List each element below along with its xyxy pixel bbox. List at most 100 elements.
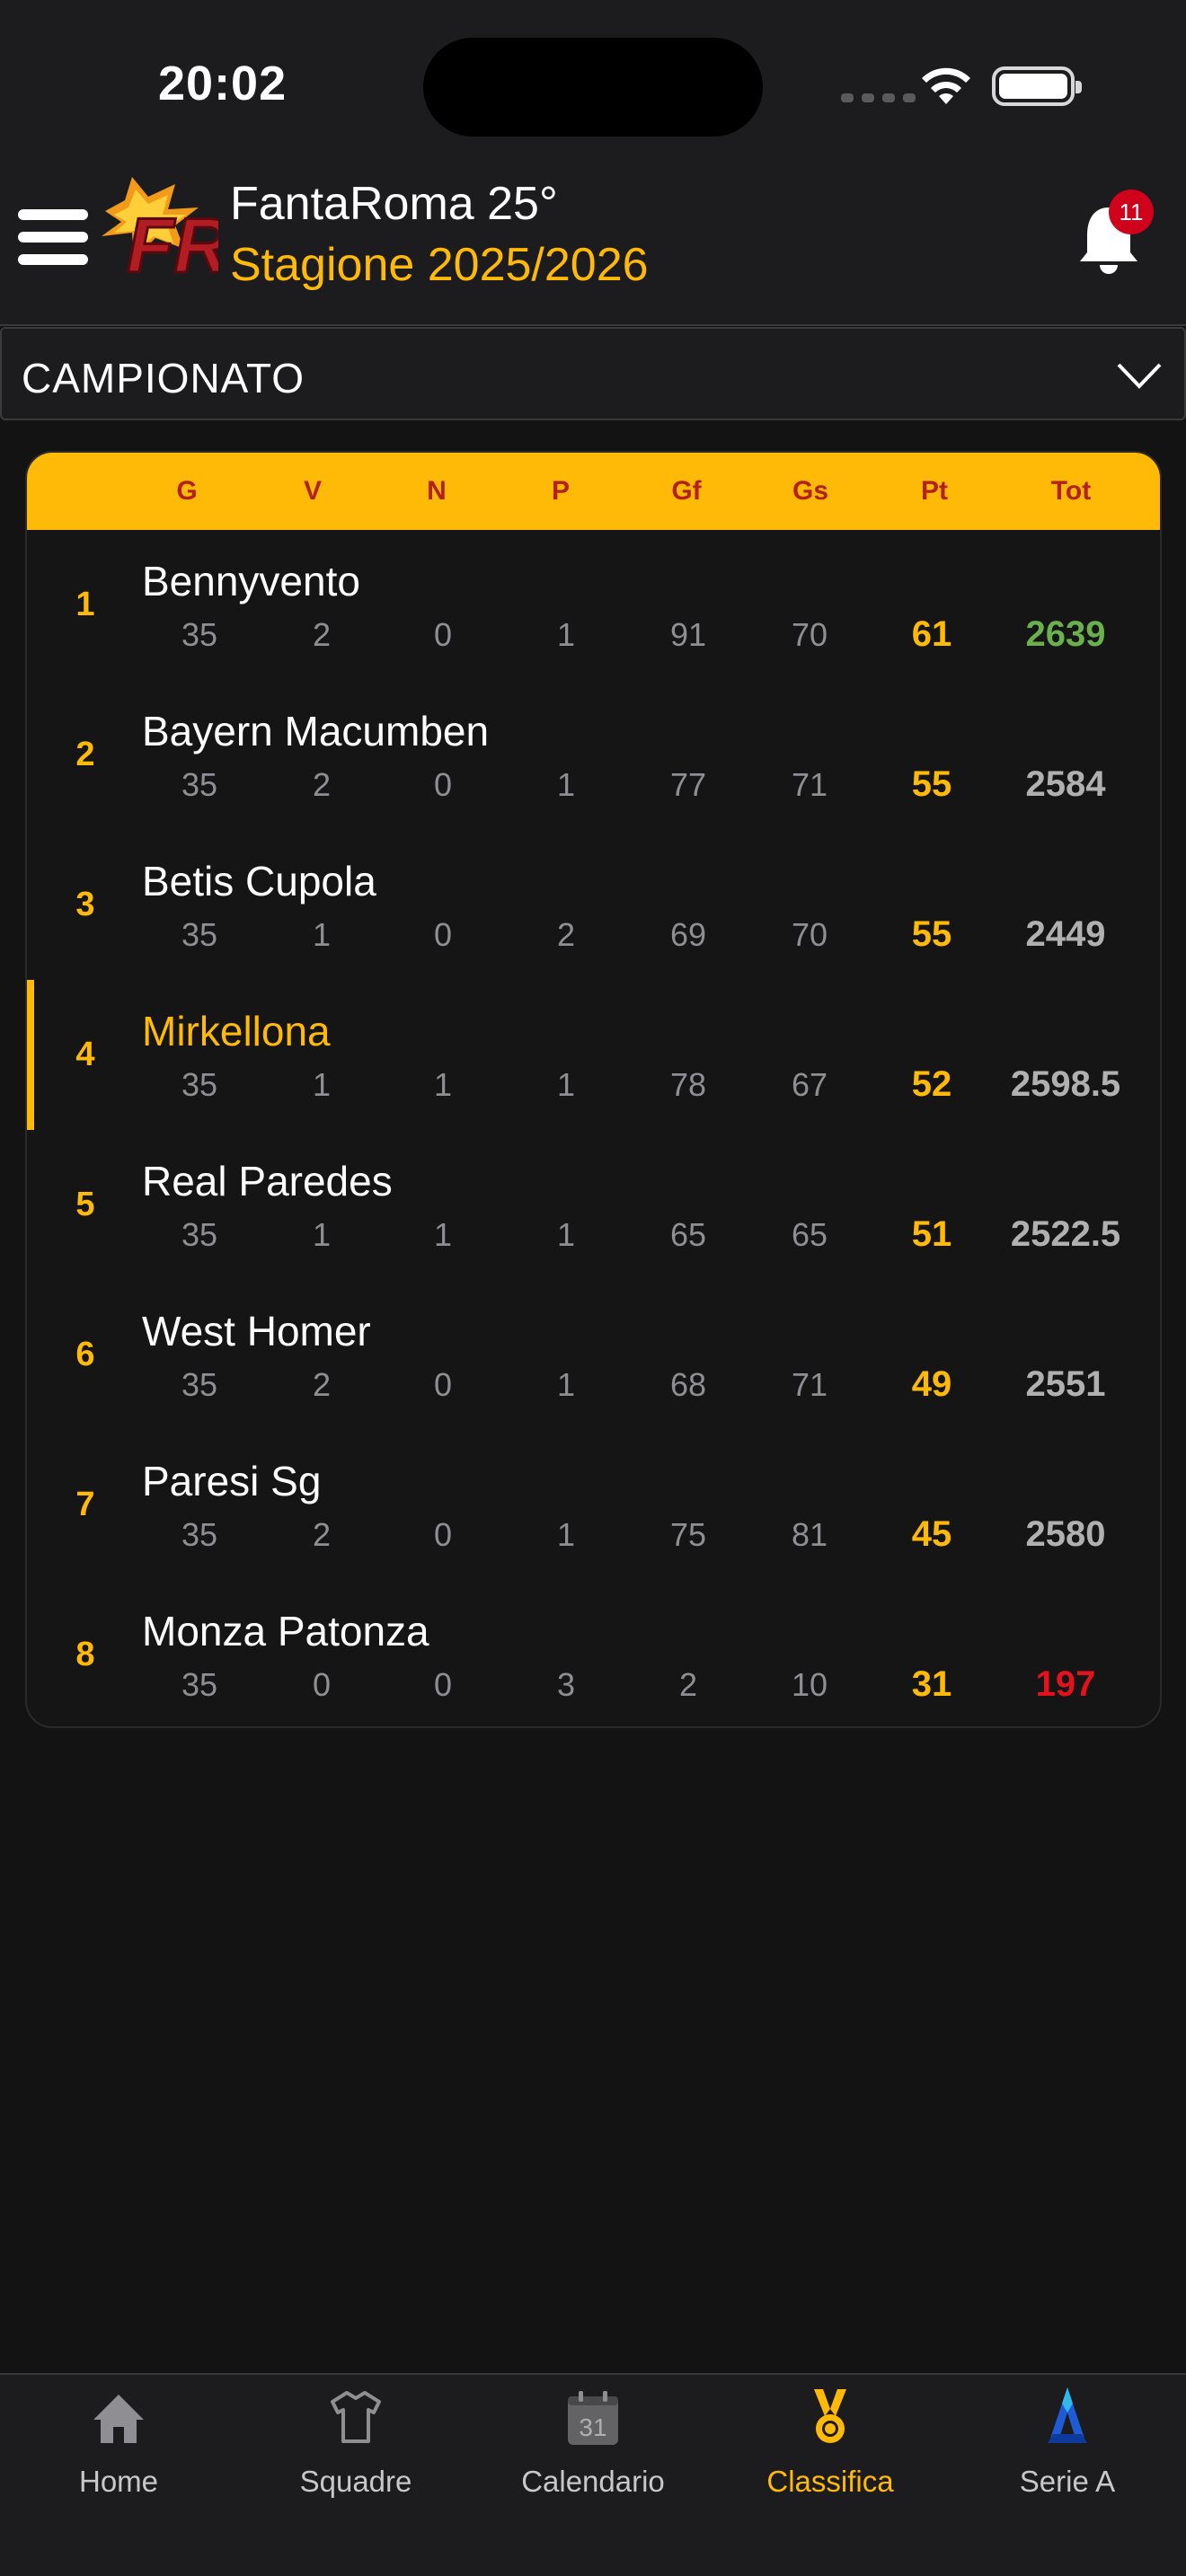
highlight-bar [27, 980, 34, 1130]
shirt-icon [331, 2391, 381, 2443]
calendar-icon-text: 31 [579, 2413, 606, 2441]
tab-calendario[interactable]: 31 Calendario [474, 2375, 712, 2510]
row-points: 55 [911, 764, 952, 804]
tab-label: Serie A [1019, 2465, 1116, 2498]
row-losses: 2 [556, 916, 576, 953]
menu-button[interactable] [18, 209, 88, 265]
home-icon [93, 2395, 144, 2443]
column-header-pt: Pt [921, 476, 948, 506]
row-total: 2522.5 [1010, 1214, 1121, 1254]
row-position: 3 [75, 886, 95, 923]
row-wins: 1 [312, 1216, 332, 1253]
row-losses: 1 [556, 766, 576, 803]
row-points: 52 [911, 1064, 952, 1104]
row-team-name: Monza Patonza [142, 1608, 429, 1654]
table-row[interactable]: 2 Bayern Macumben 35 2 0 1 77 71 55 2584 [27, 680, 1160, 830]
row-played: 35 [181, 1066, 218, 1103]
row-points: 45 [911, 1514, 952, 1554]
status-time: 20:02 [158, 57, 288, 110]
row-team-name: West Homer [142, 1308, 371, 1354]
row-position: 7 [75, 1486, 95, 1523]
row-goals-for: 68 [669, 1366, 707, 1403]
row-wins: 2 [312, 616, 332, 653]
row-goals-for: 91 [669, 616, 707, 653]
table-row-highlighted[interactable]: 4 Mirkellona 35 1 1 1 78 67 52 2598.5 [27, 980, 1160, 1130]
battery-icon [992, 66, 1082, 106]
season-subtitle: Stagione 2025/2026 [230, 239, 649, 291]
row-goals-against: 71 [791, 766, 828, 803]
table-row[interactable]: 1 Bennyvento 35 2 0 1 91 70 61 2639 [27, 530, 1160, 680]
serie-a-logo-icon [1048, 2387, 1087, 2443]
row-total: 2580 [1025, 1514, 1106, 1554]
row-losses: 1 [556, 616, 576, 653]
table-row[interactable]: 6 West Homer 35 2 0 1 68 71 49 2551 [27, 1280, 1160, 1430]
row-position: 1 [75, 586, 95, 623]
table-row[interactable]: 8 Monza Patonza 35 0 0 3 2 10 31 197 [27, 1580, 1160, 1726]
row-total: 2449 [1025, 914, 1106, 954]
column-header-n: N [427, 476, 447, 506]
row-played: 35 [181, 1516, 218, 1553]
row-draws: 0 [433, 1666, 453, 1703]
competition-select-value: CAMPIONATO [22, 355, 305, 401]
tab-label: Squadre [299, 2465, 412, 2498]
row-goals-against: 70 [791, 616, 828, 653]
row-played: 35 [181, 1216, 218, 1253]
notification-badge: 11 [1109, 190, 1154, 234]
column-header-tot: Tot [1050, 476, 1092, 506]
row-played: 35 [181, 1666, 218, 1703]
tab-serie-a[interactable]: Serie A [949, 2375, 1186, 2510]
row-losses: 1 [556, 1216, 576, 1253]
app-title: FantaRoma 25° [230, 178, 558, 230]
chevron-down-icon [1117, 363, 1162, 389]
row-draws: 1 [433, 1066, 453, 1103]
column-header-p: P [551, 476, 570, 506]
row-played: 35 [181, 1366, 218, 1403]
row-goals-against: 10 [791, 1666, 828, 1703]
row-played: 35 [181, 616, 218, 653]
row-goals-against: 81 [791, 1516, 828, 1553]
row-team-name: Betis Cupola [142, 858, 376, 904]
row-goals-for: 2 [678, 1666, 698, 1703]
row-position: 8 [75, 1636, 95, 1673]
tab-home[interactable]: Home [0, 2375, 237, 2510]
row-points: 49 [911, 1364, 952, 1404]
medal-icon [814, 2389, 846, 2443]
row-points: 55 [911, 914, 952, 954]
table-row[interactable]: 7 Paresi Sg 35 2 0 1 75 81 45 2580 [27, 1430, 1160, 1580]
row-total: 197 [1035, 1664, 1096, 1704]
row-goals-for: 65 [669, 1216, 707, 1253]
row-draws: 0 [433, 1366, 453, 1403]
row-draws: 0 [433, 766, 453, 803]
app-header: FR FantaRoma 25° Stagione 2025/2026 11 [0, 157, 1186, 326]
row-losses: 1 [556, 1366, 576, 1403]
row-goals-against: 71 [791, 1366, 828, 1403]
row-team-name: Bayern Macumben [142, 708, 490, 754]
table-row[interactable]: 5 Real Paredes 35 1 1 1 65 65 51 2522.5 [27, 1130, 1160, 1280]
column-header-g: G [176, 476, 198, 506]
row-team-name: Bennyvento [142, 558, 360, 604]
row-played: 35 [181, 766, 218, 803]
table-row[interactable]: 3 Betis Cupola 35 1 0 2 69 70 55 2449 [27, 830, 1160, 980]
row-draws: 0 [433, 916, 453, 953]
row-position: 4 [75, 1036, 95, 1073]
row-wins: 2 [312, 1516, 332, 1553]
competition-select[interactable]: CAMPIONATO [0, 327, 1186, 420]
tab-squadre[interactable]: Squadre [237, 2375, 474, 2510]
row-total: 2639 [1025, 614, 1106, 654]
row-points: 61 [911, 614, 952, 654]
row-position: 6 [75, 1336, 95, 1373]
row-team-name: Paresi Sg [142, 1458, 322, 1504]
tab-classifica[interactable]: Classifica [712, 2375, 949, 2510]
logo-text: FR [127, 203, 218, 289]
tab-label: Home [78, 2465, 159, 2498]
row-wins: 1 [312, 1066, 332, 1103]
row-goals-against: 70 [791, 916, 828, 953]
calendar-icon: 31 [568, 2391, 618, 2445]
row-wins: 1 [312, 916, 332, 953]
column-header-v: V [303, 476, 322, 506]
row-goals-for: 77 [669, 766, 707, 803]
row-points: 51 [911, 1214, 952, 1254]
column-header-gs: Gs [792, 476, 829, 506]
row-wins: 2 [312, 766, 332, 803]
column-header-gf: Gf [671, 476, 702, 506]
